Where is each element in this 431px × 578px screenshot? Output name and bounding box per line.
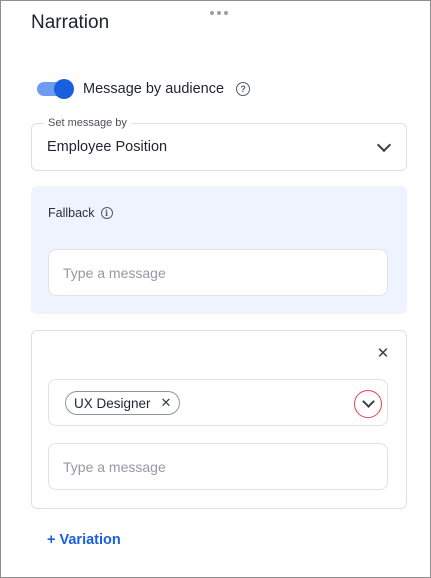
question-circle-icon[interactable]: ?	[236, 82, 251, 96]
tag-chip: UX Designer ✕	[65, 391, 181, 415]
variation-message-input[interactable]	[48, 443, 388, 490]
add-variation-button[interactable]: + Variation	[47, 532, 121, 548]
tag-chip-label: UX Designer	[74, 395, 151, 411]
chevron-down-icon	[362, 395, 375, 408]
chevron-down-icon	[376, 137, 392, 153]
fallback-label-row: Fallback i	[48, 206, 113, 220]
info-circle-icon[interactable]: i	[100, 207, 113, 219]
drag-handle-icon[interactable]	[210, 10, 228, 16]
expand-dropdown-button[interactable]	[354, 390, 382, 418]
fallback-section: Fallback i	[31, 186, 407, 314]
panel-title: Narration	[31, 12, 110, 33]
narration-panel: Narration Message by audience ? Set mess…	[0, 0, 431, 578]
variation-card: ✕ UX Designer ✕	[31, 330, 407, 509]
fallback-label: Fallback	[48, 206, 95, 220]
message-by-select[interactable]: Set message by Employee Position	[31, 117, 407, 171]
close-icon[interactable]: ✕	[161, 395, 172, 411]
audience-toggle[interactable]	[37, 79, 74, 99]
fallback-message-input[interactable]	[48, 249, 388, 296]
close-icon[interactable]: ✕	[376, 346, 390, 361]
message-by-legend: Set message by	[44, 117, 131, 129]
toggle-knob	[54, 79, 74, 99]
audience-toggle-label: Message by audience	[83, 81, 225, 97]
audience-toggle-row: Message by audience ?	[37, 78, 251, 100]
message-by-value: Employee Position	[47, 139, 168, 155]
position-tag-select[interactable]: UX Designer ✕	[48, 379, 388, 426]
